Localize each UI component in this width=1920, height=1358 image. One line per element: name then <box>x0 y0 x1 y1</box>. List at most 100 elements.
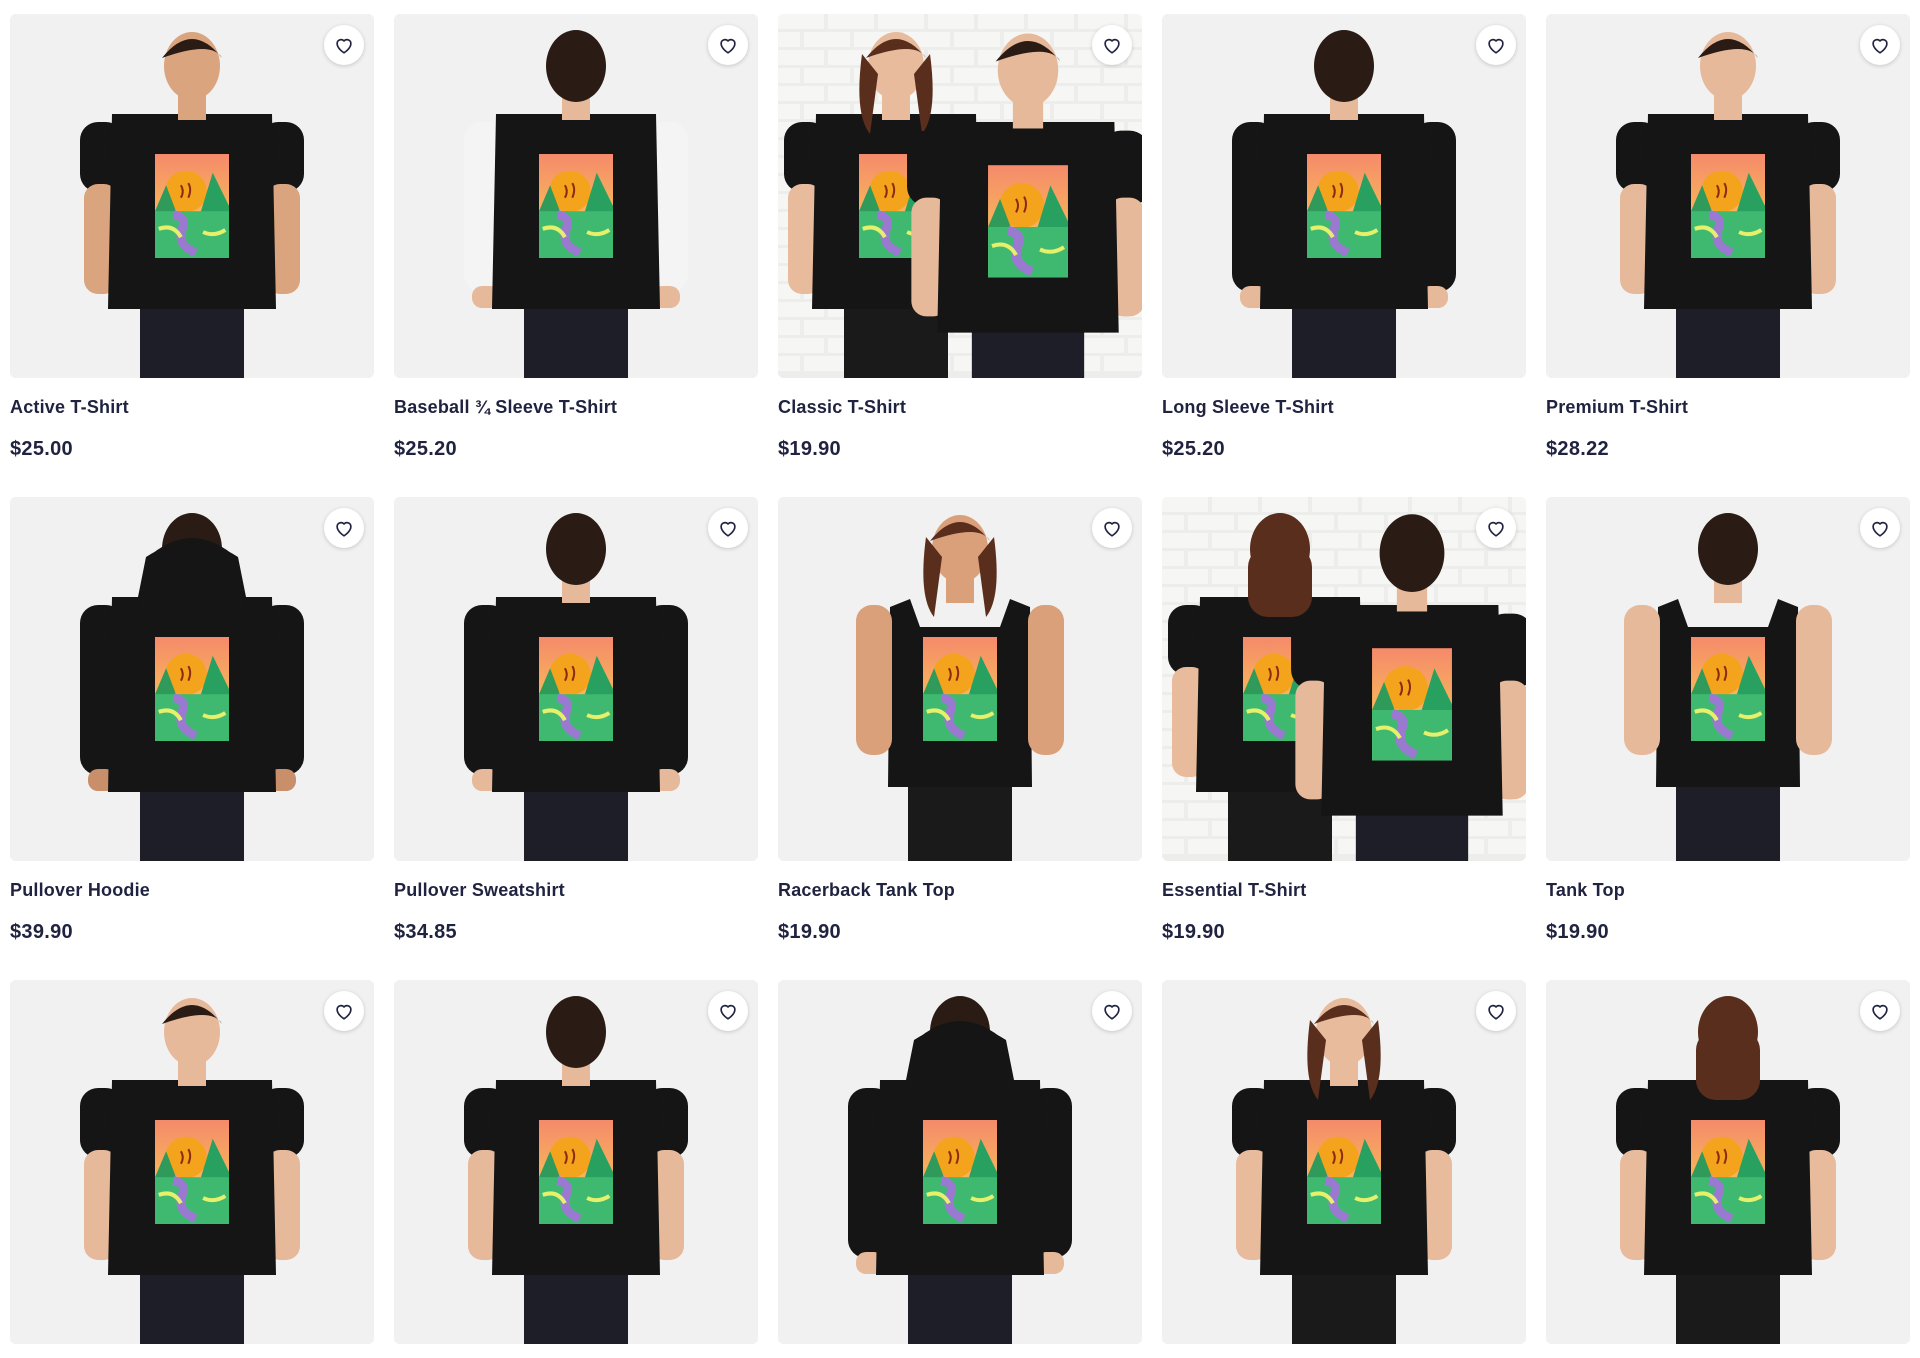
print-artwork <box>923 1120 997 1224</box>
product-title[interactable]: Premium T-Shirt <box>1546 397 1688 418</box>
heart-outline-icon <box>720 38 736 54</box>
favorite-button[interactable] <box>1476 991 1516 1031</box>
product-image <box>778 14 1142 378</box>
heart-outline-icon <box>1872 1004 1888 1020</box>
favorite-button[interactable] <box>1092 508 1132 548</box>
product-price: $19.90 <box>1546 921 1609 943</box>
product-thumbnail[interactable] <box>10 980 374 1344</box>
heart-outline-icon <box>1488 38 1504 54</box>
product-card[interactable]: Active T-Shirt $25.00 <box>10 14 374 460</box>
product-image <box>394 980 758 1344</box>
product-title[interactable]: Pullover Hoodie <box>10 880 150 901</box>
favorite-button[interactable] <box>1476 25 1516 65</box>
print-artwork <box>1691 1120 1765 1224</box>
heart-outline-icon <box>1104 521 1120 537</box>
product-image <box>1162 14 1526 378</box>
product-card[interactable]: Pullover Hoodie $39.90 <box>10 497 374 943</box>
product-card[interactable] <box>1162 980 1526 1344</box>
product-price: $25.00 <box>10 438 73 460</box>
product-card[interactable] <box>394 980 758 1344</box>
product-thumbnail[interactable] <box>1162 980 1526 1344</box>
product-thumbnail[interactable] <box>1546 980 1910 1344</box>
product-thumbnail[interactable] <box>10 497 374 861</box>
print-artwork <box>923 637 997 741</box>
product-card[interactable]: Racerback Tank Top $19.90 <box>778 497 1142 943</box>
heart-outline-icon <box>1104 38 1120 54</box>
print-artwork <box>539 154 613 258</box>
favorite-button[interactable] <box>1860 991 1900 1031</box>
print-artwork <box>155 637 229 741</box>
product-card[interactable]: Essential T-Shirt $19.90 <box>1162 497 1526 943</box>
product-card[interactable] <box>1546 980 1910 1344</box>
print-artwork <box>155 1120 229 1224</box>
product-image <box>10 497 374 861</box>
product-image <box>778 497 1142 861</box>
product-title[interactable]: Classic T-Shirt <box>778 397 906 418</box>
product-grid: Active T-Shirt $25.00 Baseball ¾ Sleeve … <box>0 0 1920 1358</box>
product-title[interactable]: Tank Top <box>1546 880 1625 901</box>
print-artwork <box>988 165 1068 278</box>
product-price: $19.90 <box>778 921 841 943</box>
product-thumbnail[interactable] <box>778 980 1142 1344</box>
heart-outline-icon <box>336 521 352 537</box>
product-thumbnail[interactable] <box>394 980 758 1344</box>
product-card[interactable]: Long Sleeve T-Shirt $25.20 <box>1162 14 1526 460</box>
product-title[interactable]: Racerback Tank Top <box>778 880 955 901</box>
product-image <box>1546 497 1910 861</box>
product-card[interactable]: Baseball ¾ Sleeve T-Shirt $25.20 <box>394 14 758 460</box>
favorite-button[interactable] <box>1860 508 1900 548</box>
product-thumbnail[interactable] <box>394 497 758 861</box>
product-title[interactable]: Baseball ¾ Sleeve T-Shirt <box>394 397 617 418</box>
print-artwork <box>1691 154 1765 258</box>
product-price: $28.22 <box>1546 438 1609 460</box>
product-title[interactable]: Essential T-Shirt <box>1162 880 1306 901</box>
product-price: $25.20 <box>394 438 457 460</box>
product-image <box>10 980 374 1344</box>
product-thumbnail[interactable] <box>10 14 374 378</box>
favorite-button[interactable] <box>324 25 364 65</box>
favorite-button[interactable] <box>1860 25 1900 65</box>
heart-outline-icon <box>336 1004 352 1020</box>
product-title[interactable]: Pullover Sweatshirt <box>394 880 565 901</box>
favorite-button[interactable] <box>708 25 748 65</box>
print-artwork <box>155 154 229 258</box>
product-thumbnail[interactable] <box>1546 14 1910 378</box>
product-card[interactable]: Premium T-Shirt $28.22 <box>1546 14 1910 460</box>
product-card[interactable] <box>778 980 1142 1344</box>
heart-outline-icon <box>1104 1004 1120 1020</box>
product-image <box>1162 980 1526 1344</box>
favorite-button[interactable] <box>1092 25 1132 65</box>
heart-outline-icon <box>1872 521 1888 537</box>
product-image <box>1546 980 1910 1344</box>
product-thumbnail[interactable] <box>778 14 1142 378</box>
heart-outline-icon <box>336 38 352 54</box>
product-image <box>1546 14 1910 378</box>
product-title[interactable]: Active T-Shirt <box>10 397 129 418</box>
product-price: $39.90 <box>10 921 73 943</box>
product-thumbnail[interactable] <box>394 14 758 378</box>
product-price: $19.90 <box>1162 921 1225 943</box>
favorite-button[interactable] <box>324 991 364 1031</box>
product-title[interactable]: Long Sleeve T-Shirt <box>1162 397 1334 418</box>
product-card[interactable]: Tank Top $19.90 <box>1546 497 1910 943</box>
heart-outline-icon <box>1488 1004 1504 1020</box>
product-thumbnail[interactable] <box>1546 497 1910 861</box>
heart-outline-icon <box>720 1004 736 1020</box>
heart-outline-icon <box>720 521 736 537</box>
product-thumbnail[interactable] <box>778 497 1142 861</box>
product-image <box>10 14 374 378</box>
favorite-button[interactable] <box>324 508 364 548</box>
product-price: $25.20 <box>1162 438 1225 460</box>
print-artwork <box>1307 154 1381 258</box>
product-thumbnail[interactable] <box>1162 497 1526 861</box>
favorite-button[interactable] <box>1092 991 1132 1031</box>
product-card[interactable]: Classic T-Shirt $19.90 <box>778 14 1142 460</box>
product-card[interactable] <box>10 980 374 1344</box>
favorite-button[interactable] <box>1476 508 1516 548</box>
product-price: $34.85 <box>394 921 457 943</box>
favorite-button[interactable] <box>708 508 748 548</box>
print-artwork <box>1691 637 1765 741</box>
product-thumbnail[interactable] <box>1162 14 1526 378</box>
favorite-button[interactable] <box>708 991 748 1031</box>
product-card[interactable]: Pullover Sweatshirt $34.85 <box>394 497 758 943</box>
